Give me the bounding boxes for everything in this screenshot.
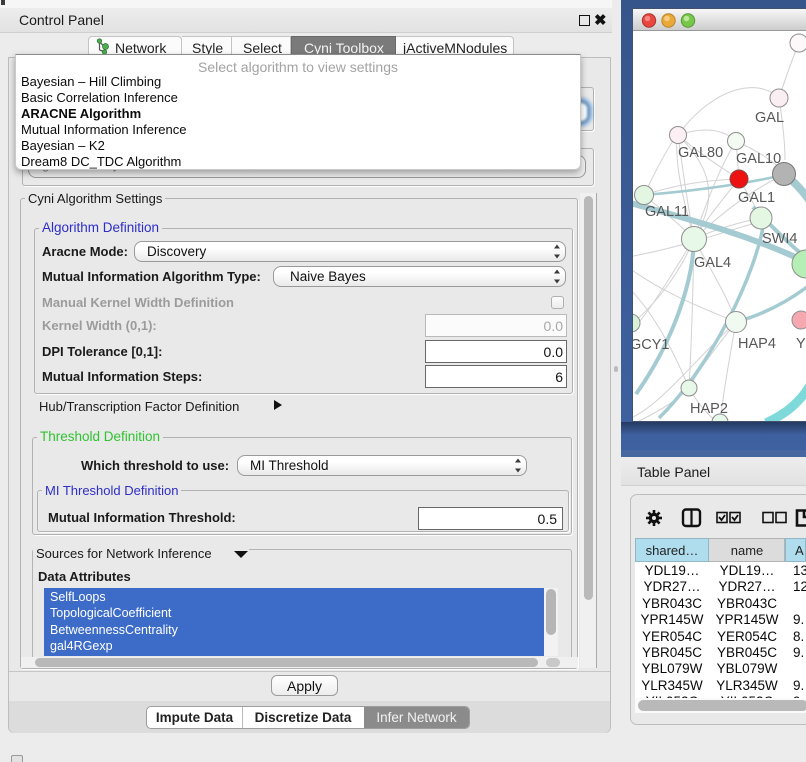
svg-text:HAP2: HAP2 — [690, 401, 728, 417]
svg-text:HAP4: HAP4 — [738, 336, 776, 352]
svg-text:GAL1: GAL1 — [738, 190, 775, 206]
svg-text:GCY1: GCY1 — [633, 337, 670, 353]
svg-text:GAL4: GAL4 — [694, 255, 731, 271]
svg-text:Y: Y — [796, 336, 806, 352]
svg-text:GAL11: GAL11 — [645, 204, 689, 220]
svg-text:GAL: GAL — [755, 110, 784, 126]
svg-text:GAL10: GAL10 — [736, 151, 781, 167]
svg-text:GAL80: GAL80 — [678, 145, 723, 161]
svg-text:SWI4: SWI4 — [762, 231, 797, 247]
